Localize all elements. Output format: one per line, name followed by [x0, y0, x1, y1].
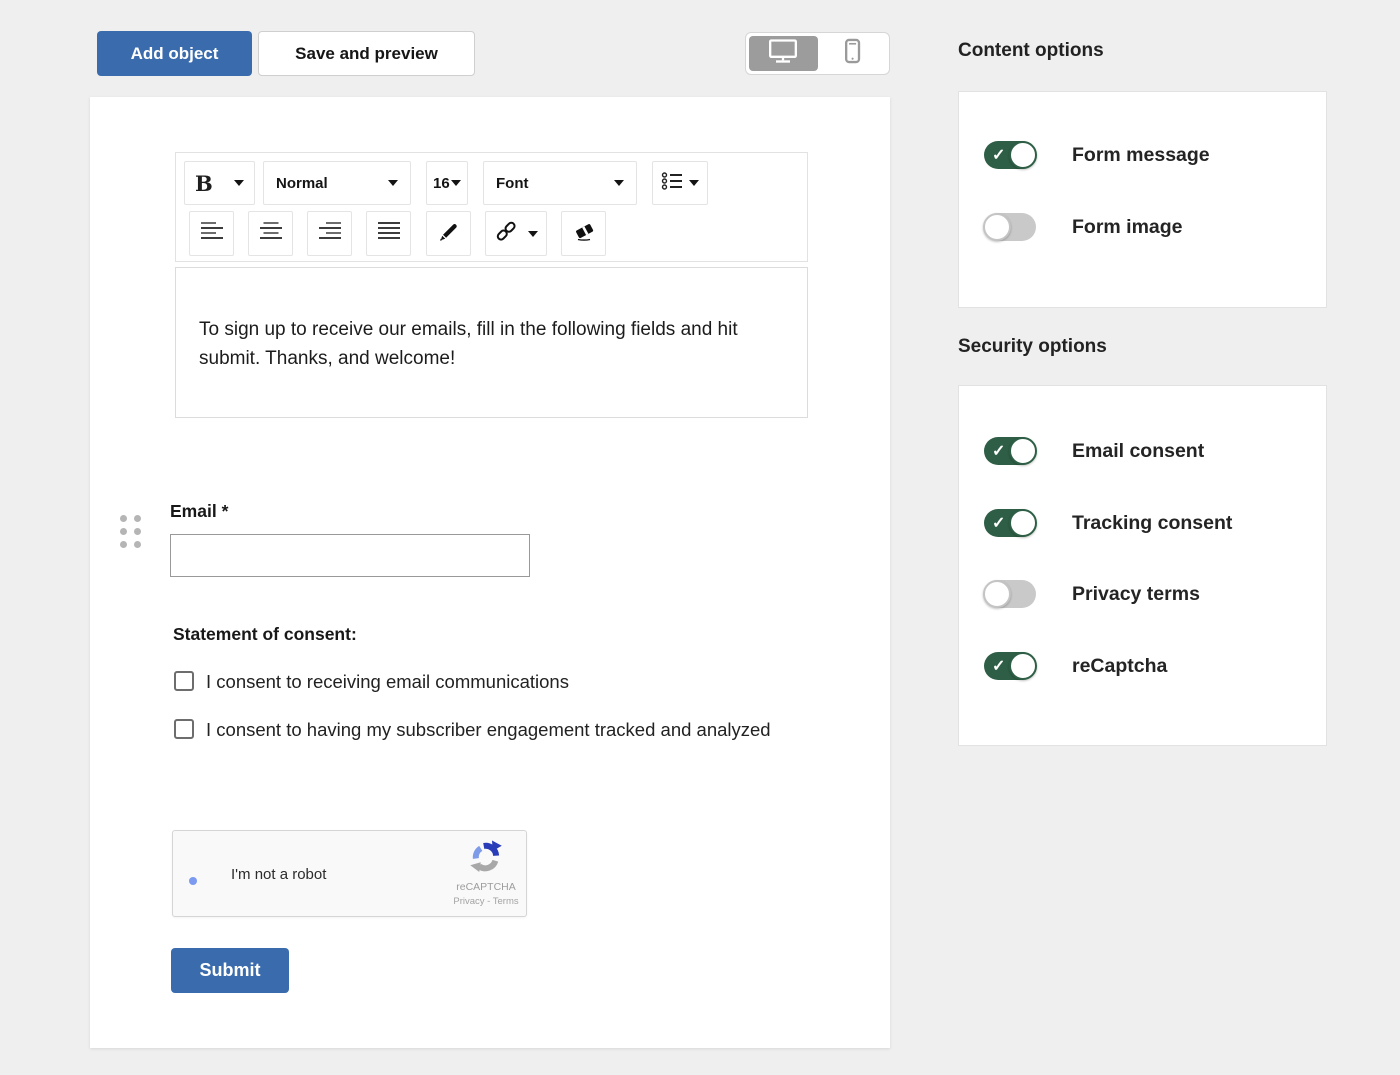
mobile-view-button[interactable]: [818, 36, 887, 71]
chevron-down-icon: [451, 180, 461, 186]
bold-dropdown[interactable]: B: [184, 161, 255, 205]
toggle-row-form-message: Form message: [984, 141, 1210, 169]
link-icon: [494, 219, 518, 248]
insert-link-button[interactable]: [485, 211, 547, 256]
toggle-row-email-consent: Email consent: [984, 437, 1204, 465]
bold-icon: B: [195, 171, 213, 196]
chevron-down-icon: [528, 231, 538, 237]
mobile-phone-icon: [838, 37, 866, 70]
tracking-consent-toggle[interactable]: [984, 509, 1036, 537]
form-image-toggle[interactable]: [984, 213, 1036, 241]
recaptcha-widget[interactable]: I'm not a robot reCAPTCHA Privacy - Term…: [172, 830, 527, 917]
recaptcha-toggle[interactable]: [984, 652, 1036, 680]
recaptcha-logo-icon: [468, 862, 504, 879]
email-consent-toggle[interactable]: [984, 437, 1036, 465]
consent-option-label: I consent to receiving email communicati…: [206, 669, 569, 696]
security-options-panel: Email consent Tracking consent Privacy t…: [958, 385, 1327, 746]
eraser-icon: [572, 219, 596, 248]
desktop-monitor-icon: [766, 37, 800, 70]
recaptcha-branding: reCAPTCHA Privacy - Terms: [450, 839, 522, 907]
align-left-icon: [200, 220, 224, 247]
consent-checkbox[interactable]: [174, 719, 194, 739]
recaptcha-spinner-dot[interactable]: [189, 877, 197, 885]
paragraph-format-dropdown[interactable]: Normal: [263, 161, 411, 205]
chevron-down-icon: [614, 180, 624, 186]
remove-format-button[interactable]: [561, 211, 606, 256]
chevron-down-icon: [234, 180, 244, 186]
align-right-button[interactable]: [307, 211, 352, 256]
security-options-title: Security options: [958, 336, 1107, 358]
consent-option-row: I consent to receiving email communicati…: [174, 669, 794, 696]
content-options-title: Content options: [958, 40, 1104, 62]
consent-option-row: I consent to having my subscriber engage…: [174, 717, 794, 744]
chevron-down-icon: [388, 180, 398, 186]
save-and-preview-button[interactable]: Save and preview: [258, 31, 475, 76]
richtext-toolbar: B Normal 16 Font: [175, 152, 808, 262]
consent-title: Statement of consent:: [173, 624, 357, 645]
font-size-dropdown[interactable]: 16: [426, 161, 468, 205]
chevron-down-icon: [689, 180, 699, 186]
drag-handle[interactable]: [120, 515, 142, 553]
align-left-button[interactable]: [189, 211, 234, 256]
text-color-button[interactable]: [426, 211, 471, 256]
list-dropdown[interactable]: [652, 161, 708, 205]
justify-button[interactable]: [366, 211, 411, 256]
toggle-row-recaptcha: reCaptcha: [984, 652, 1167, 680]
consent-checkbox[interactable]: [174, 671, 194, 691]
content-options-panel: Form message Form image: [958, 91, 1327, 308]
recaptcha-privacy-terms[interactable]: Privacy - Terms: [450, 896, 522, 907]
form-message-toggle[interactable]: [984, 141, 1036, 169]
toggle-row-privacy-terms: Privacy terms: [984, 580, 1200, 608]
device-preview-toggle[interactable]: [745, 32, 890, 75]
pen-icon: [437, 220, 460, 248]
font-family-dropdown[interactable]: Font: [483, 161, 637, 205]
add-object-button[interactable]: Add object: [97, 31, 252, 76]
email-field-label: Email *: [170, 501, 228, 522]
bullet-list-icon: [661, 171, 685, 196]
justify-icon: [377, 220, 401, 247]
recaptcha-label: I'm not a robot: [231, 866, 326, 883]
privacy-terms-toggle[interactable]: [984, 580, 1036, 608]
required-marker: *: [222, 501, 229, 521]
toggle-row-form-image: Form image: [984, 213, 1183, 241]
consent-option-label: I consent to having my subscriber engage…: [206, 717, 771, 744]
toggle-row-tracking-consent: Tracking consent: [984, 509, 1232, 537]
align-center-button[interactable]: [248, 211, 293, 256]
align-center-icon: [259, 220, 283, 247]
email-field[interactable]: [170, 534, 530, 577]
desktop-view-button[interactable]: [749, 36, 818, 71]
form-message-editor[interactable]: To sign up to receive our emails, fill i…: [175, 267, 808, 418]
form-canvas: B Normal 16 Font: [90, 97, 890, 1048]
align-right-icon: [318, 220, 342, 247]
submit-button[interactable]: Submit: [171, 948, 289, 993]
form-message-text: To sign up to receive our emails, fill i…: [199, 319, 738, 369]
